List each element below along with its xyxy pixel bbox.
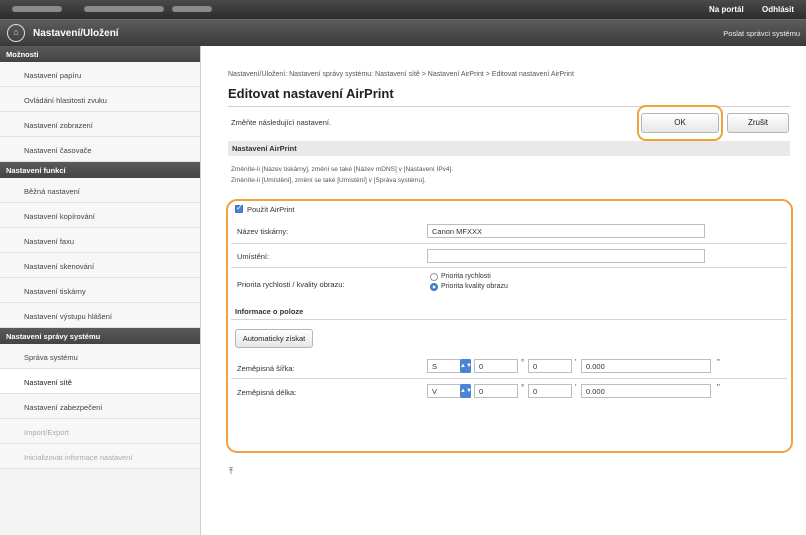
portal-link[interactable]: Na portál [709, 5, 744, 14]
page-title: Editovat nastavení AirPrint [228, 86, 394, 101]
sidebar-item-report-output[interactable]: Nastavení výstupu hlášení [0, 303, 200, 328]
auto-get-button[interactable]: Automaticky získat [235, 329, 313, 348]
send-to-admin-link[interactable]: Poslat správci systému [723, 29, 800, 38]
latitude-seconds-input[interactable]: 0.000 [581, 359, 711, 373]
priority-label: Priorita rychlosti / kvality obrazu: [237, 280, 345, 289]
sidebar-item-copy[interactable]: Nastavení kopírování [0, 203, 200, 228]
blurred-device-model [84, 6, 164, 12]
instruction-text: Změňte následující nastavení. [231, 118, 332, 127]
sidebar-heading-system: Nastavení správy systému [0, 328, 200, 344]
sidebar-item-fax[interactable]: Nastavení faxu [0, 228, 200, 253]
sidebar-heading-options: Možnosti [0, 46, 200, 62]
second-unit: " [717, 383, 720, 392]
title-bar: ⌂ Nastavení/Uložení Poslat správci systé… [0, 19, 806, 46]
second-unit: " [717, 358, 720, 367]
sidebar-item-common[interactable]: Běžná nastavení [0, 178, 200, 203]
section-divider [231, 319, 787, 320]
sidebar-item-network[interactable]: Nastavení sítě [0, 369, 200, 394]
sidebar-item-timer[interactable]: Nastavení časovače [0, 137, 200, 162]
printer-name-input[interactable]: Canon MFXXX [427, 224, 705, 238]
use-airprint-checkbox[interactable] [235, 203, 243, 213]
priority-quality-radio[interactable] [430, 283, 438, 291]
longitude-direction-value: V [432, 387, 438, 396]
sidebar-item-printer[interactable]: Nastavení tiskárny [0, 278, 200, 303]
sidebar-heading-functions: Nastavení funkcí [0, 162, 200, 178]
info-line-printer-name: Změníte-li [Název tiskárny], změní se ta… [231, 166, 454, 173]
longitude-label: Zeměpisná délka: [237, 388, 297, 397]
logout-link[interactable]: Odhlásit [762, 5, 794, 14]
blurred-device-name [12, 6, 62, 12]
blurred-device-info [172, 6, 212, 12]
latitude-degrees-input[interactable]: 0 [474, 359, 518, 373]
sidebar-item-import-export[interactable]: Import/Export [0, 419, 200, 444]
priority-speed-label: Priorita rychlosti [441, 273, 491, 280]
printer-name-label: Název tiskárny: [237, 227, 289, 236]
priority-quality-label: Priorita kvality obrazu [441, 283, 508, 290]
sidebar-item-system-management[interactable]: Správa systému [0, 344, 200, 369]
longitude-degrees-input[interactable]: 0 [474, 384, 518, 398]
latitude-direction-select[interactable]: S ▲▼ [427, 359, 472, 373]
priority-speed-radio[interactable] [430, 273, 438, 281]
top-bar: Na portál Odhlásit [0, 0, 806, 19]
info-line-location: Změníte-li [Umístění], změní se také [Um… [231, 177, 426, 184]
section-heading-airprint: Nastavení AirPrint [228, 141, 790, 156]
row-divider [231, 378, 787, 379]
use-airprint-label: Použít AirPrint [247, 205, 295, 214]
row-divider [231, 243, 787, 244]
arrow-to-top-icon[interactable]: ⤒ [229, 466, 233, 477]
degree-unit: ° [521, 358, 525, 367]
row-divider [231, 267, 787, 268]
sidebar-item-security[interactable]: Nastavení zabezpečení [0, 394, 200, 419]
sidebar-item-scan[interactable]: Nastavení skenování [0, 253, 200, 278]
cancel-button[interactable]: Zrušit [727, 113, 789, 133]
chevron-updown-icon: ▲▼ [460, 384, 472, 398]
longitude-direction-select[interactable]: V ▲▼ [427, 384, 472, 398]
sidebar-item-display[interactable]: Nastavení zobrazení [0, 112, 200, 137]
location-input[interactable] [427, 249, 705, 263]
minute-unit: ' [575, 358, 577, 367]
main-content: Nastavení/Uložení: Nastavení správy syst… [201, 46, 806, 535]
longitude-minutes-input[interactable]: 0 [528, 384, 572, 398]
sidebar-item-initialize[interactable]: Inicializovat informace nastavení [0, 444, 200, 469]
breadcrumb: Nastavení/Uložení: Nastavení správy syst… [228, 71, 574, 78]
page-header-title: Nastavení/Uložení [33, 28, 119, 39]
ok-button-highlight [637, 105, 723, 141]
latitude-minutes-input[interactable]: 0 [528, 359, 572, 373]
sidebar: Možnosti Nastavení papíru Ovládání hlasi… [0, 46, 201, 535]
latitude-label: Zeměpisná šířka: [237, 364, 295, 373]
latitude-direction-value: S [432, 362, 438, 371]
sidebar-item-volume[interactable]: Ovládání hlasitosti zvuku [0, 87, 200, 112]
position-info-heading: Informace o poloze [235, 307, 304, 316]
minute-unit: ' [575, 383, 577, 392]
sidebar-item-paper-settings[interactable]: Nastavení papíru [0, 62, 200, 87]
longitude-seconds-input[interactable]: 0.000 [581, 384, 711, 398]
home-icon[interactable]: ⌂ [7, 24, 25, 42]
degree-unit: ° [521, 383, 525, 392]
chevron-updown-icon: ▲▼ [460, 359, 472, 373]
location-label: Umístění: [237, 252, 270, 261]
